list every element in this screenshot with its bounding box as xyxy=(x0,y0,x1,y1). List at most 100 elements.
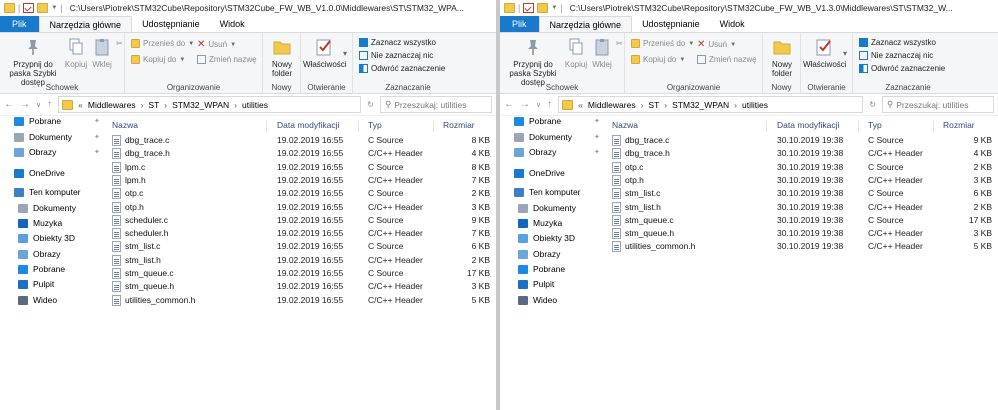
breadcrumb-stm32-wpan[interactable]: STM32_WPAN xyxy=(672,100,729,110)
properties-dropdown[interactable]: ▾ xyxy=(843,49,847,58)
nav-item-ten-komputer[interactable]: Ten komputer xyxy=(514,187,581,197)
new-folder-button[interactable]: Nowy folder xyxy=(765,37,799,78)
column-header-name[interactable]: Nazwa xyxy=(612,118,638,132)
copy-button[interactable]: Kopiuj xyxy=(62,37,90,69)
forward-icon[interactable]: → xyxy=(520,99,530,110)
file-row[interactable]: lpm.c 19.02.2019 16:55 C Source 8 KB xyxy=(108,161,496,174)
select-none-button[interactable]: Nie zaznaczaj nic xyxy=(359,51,433,60)
file-row[interactable]: utilities_common.h 30.10.2019 19:38 C/C++ … xyxy=(608,240,998,253)
select-all-button[interactable]: Zaznacz wszystko xyxy=(359,38,436,47)
move-to-button[interactable]: Przenieś do ▼ xyxy=(131,39,194,48)
customize-quick-access-icon[interactable]: ▼ xyxy=(551,5,557,11)
file-row[interactable]: otp.h 30.10.2019 19:38 C/C++ Header 3 KB xyxy=(608,174,998,187)
nav-item-wideo[interactable]: Wideo xyxy=(518,295,557,305)
tab-file[interactable]: Plik xyxy=(500,16,539,32)
breadcrumb-utilities[interactable]: utilities xyxy=(242,100,268,110)
breadcrumb-overflow[interactable]: « xyxy=(578,100,583,110)
copy-to-button[interactable]: Kopiuj do ▼ xyxy=(131,55,185,64)
breadcrumb-stm32-wpan[interactable]: STM32_WPAN xyxy=(172,100,229,110)
copy-to-button[interactable]: Kopiuj do ▼ xyxy=(631,55,685,64)
nav-item-pobrane[interactable]: Pobrane xyxy=(18,264,65,274)
forward-icon[interactable]: → xyxy=(20,99,30,110)
tab-share[interactable]: Udostępnianie xyxy=(132,16,210,32)
properties-button[interactable]: Właściwości xyxy=(803,37,847,69)
tab-home[interactable]: Narzędzia główne xyxy=(38,16,133,32)
paste-button[interactable]: Wklej xyxy=(88,37,116,69)
search-box[interactable]: ⚲ Przeszukaj: utilities xyxy=(380,96,492,113)
nav-item-obrazy[interactable]: Obrazy ✦ xyxy=(14,147,100,157)
breadcrumb-overflow[interactable]: « xyxy=(78,100,83,110)
nav-item-muzyka[interactable]: Muzyka xyxy=(18,218,62,228)
file-row[interactable]: stm_queue.h 19.02.2019 16:55 C/C++ Header 3… xyxy=(108,280,496,293)
back-icon[interactable]: ← xyxy=(4,99,14,110)
nav-item-obrazy[interactable]: Obrazy ✦ xyxy=(514,147,600,157)
file-row[interactable]: stm_queue.c 19.02.2019 16:55 C Source 17 KB xyxy=(108,267,496,280)
file-row[interactable]: dbg_trace.h 19.02.2019 16:55 C/C++ Header 4… xyxy=(108,147,496,160)
nav-item-onedrive[interactable]: OneDrive xyxy=(14,168,65,178)
breadcrumb-st[interactable]: ST xyxy=(648,100,659,110)
file-row[interactable]: stm_queue.c 30.10.2019 19:38 C Source 17 KB xyxy=(608,214,998,227)
select-none-button[interactable]: Nie zaznaczaj nic xyxy=(859,51,933,60)
invert-selection-button[interactable]: Odwróć zaznaczenie xyxy=(359,64,445,73)
nav-item-muzyka[interactable]: Muzyka xyxy=(518,218,562,228)
pin-quick-access-button[interactable]: Przypnij do paska Szybki dostęp xyxy=(4,37,62,87)
file-row[interactable]: lpm.h 19.02.2019 16:55 C/C++ Header 7 KB xyxy=(108,174,496,187)
cut-icon[interactable]: ✂ xyxy=(116,39,123,48)
breadcrumb-middlewares[interactable]: Middlewares xyxy=(588,100,636,110)
new-folder-quick-icon[interactable] xyxy=(37,3,49,13)
nav-item-pobrane[interactable]: Pobrane xyxy=(518,264,565,274)
rename-button[interactable]: Zmień nazwę xyxy=(197,55,257,64)
tab-file[interactable]: Plik xyxy=(0,16,39,32)
move-to-button[interactable]: Przenieś do ▼ xyxy=(631,39,694,48)
rename-button[interactable]: Zmień nazwę xyxy=(697,55,757,64)
nav-item-pobrane[interactable]: Pobrane ✦ xyxy=(14,116,100,126)
column-header-type[interactable]: Typ xyxy=(368,118,382,132)
nav-item-obrazy[interactable]: Obrazy xyxy=(18,249,60,259)
tab-view[interactable]: Widok xyxy=(710,16,755,32)
nav-item-ten-komputer[interactable]: Ten komputer xyxy=(14,187,81,197)
breadcrumb-st[interactable]: ST xyxy=(148,100,159,110)
nav-item-pobrane[interactable]: Pobrane ✦ xyxy=(514,116,600,126)
search-box[interactable]: ⚲ Przeszukaj: utilities xyxy=(882,96,994,113)
file-row[interactable]: stm_list.h 19.02.2019 16:55 C/C++ Header 2 … xyxy=(108,254,496,267)
file-row[interactable]: otp.c 30.10.2019 19:38 C Source 2 KB xyxy=(608,161,998,174)
nav-item-dokumenty[interactable]: Dokumenty xyxy=(18,203,76,213)
file-row[interactable]: stm_list.c 30.10.2019 19:38 C Source 6 KB xyxy=(608,187,998,200)
file-row[interactable]: otp.c 19.02.2019 16:55 C Source 2 KB xyxy=(108,187,496,200)
properties-quick-icon[interactable] xyxy=(23,3,35,13)
up-icon[interactable]: ↑ xyxy=(547,99,552,110)
nav-item-pulpit[interactable]: Pulpit xyxy=(518,279,554,289)
search-input[interactable]: Przeszukaj: utilities xyxy=(394,100,466,110)
file-row[interactable]: otp.h 19.02.2019 16:55 C/C++ Header 3 KB xyxy=(108,201,496,214)
recent-locations-icon[interactable]: ∨ xyxy=(36,101,41,109)
recent-locations-icon[interactable]: ∨ xyxy=(536,101,541,109)
file-row[interactable]: scheduler.c 19.02.2019 16:55 C Source 9 KB xyxy=(108,214,496,227)
tab-view[interactable]: Widok xyxy=(210,16,255,32)
tab-home[interactable]: Narzędzia główne xyxy=(538,16,633,32)
file-row[interactable]: stm_queue.h 30.10.2019 19:38 C/C++ Header 3… xyxy=(608,227,998,240)
search-input[interactable]: Przeszukaj: utilities xyxy=(896,100,968,110)
select-all-button[interactable]: Zaznacz wszystko xyxy=(859,38,936,47)
new-folder-quick-icon[interactable] xyxy=(537,3,549,13)
delete-button[interactable]: ✕ Usuń ▼ xyxy=(197,39,236,50)
new-folder-button[interactable]: Nowy folder xyxy=(265,37,299,78)
column-header-name[interactable]: Nazwa xyxy=(112,118,138,132)
nav-item-pulpit[interactable]: Pulpit xyxy=(18,279,54,289)
breadcrumb-utilities[interactable]: utilities xyxy=(742,100,768,110)
tab-share[interactable]: Udostępnianie xyxy=(632,16,710,32)
file-row[interactable]: utilities_common.h 19.02.2019 16:55 C/C++ … xyxy=(108,294,496,307)
file-row[interactable]: dbg_trace.h 30.10.2019 19:38 C/C++ Header 4… xyxy=(608,147,998,160)
nav-item-dokumenty[interactable]: Dokumenty ✦ xyxy=(14,132,100,142)
refresh-icon[interactable]: ↻ xyxy=(367,100,374,109)
column-header-type[interactable]: Typ xyxy=(868,118,882,132)
pin-quick-access-button[interactable]: Przypnij do paska Szybki dostęp xyxy=(504,37,562,87)
nav-item-dokumenty[interactable]: Dokumenty ✦ xyxy=(514,132,600,142)
nav-item-wideo[interactable]: Wideo xyxy=(18,295,57,305)
cut-icon[interactable]: ✂ xyxy=(616,39,623,48)
invert-selection-button[interactable]: Odwróć zaznaczenie xyxy=(859,64,945,73)
up-icon[interactable]: ↑ xyxy=(47,99,52,110)
column-header-size[interactable]: Rozmiar xyxy=(443,118,475,132)
file-row[interactable]: dbg_trace.c 19.02.2019 16:55 C Source 8 KB xyxy=(108,134,496,147)
properties-quick-icon[interactable] xyxy=(523,3,535,13)
back-icon[interactable]: ← xyxy=(504,99,514,110)
